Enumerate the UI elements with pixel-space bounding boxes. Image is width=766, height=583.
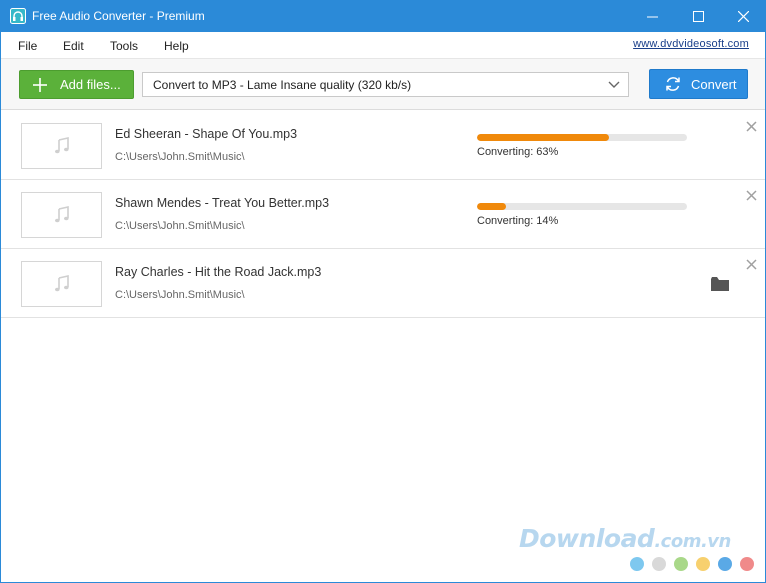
file-name: Ed Sheeran - Shape Of You.mp3 — [115, 127, 298, 141]
file-path: C:\Users\John.Smit\Music\ — [115, 289, 245, 301]
window-title: Free Audio Converter - Premium — [32, 9, 205, 23]
file-thumbnail — [21, 123, 102, 169]
plus-icon — [33, 77, 47, 92]
file-row[interactable]: Ed Sheeran - Shape Of You.mp3 C:\Users\J… — [1, 111, 765, 180]
website-link[interactable]: www.dvdvideosoft.com — [633, 38, 749, 50]
close-window-button[interactable] — [720, 1, 766, 32]
chevron-down-icon — [608, 81, 620, 88]
headphones-app-icon — [10, 8, 26, 24]
remove-file-icon[interactable] — [746, 190, 757, 201]
file-path: C:\Users\John.Smit\Music\ — [115, 220, 245, 232]
music-note-icon — [54, 137, 69, 154]
convert-label: Convert — [691, 76, 737, 92]
music-note-icon — [54, 275, 69, 292]
watermark-main: Download — [519, 524, 655, 553]
file-row[interactable]: Shawn Mendes - Treat You Better.mp3 C:\U… — [1, 180, 765, 249]
close-icon — [737, 11, 749, 22]
menu-help[interactable]: Help — [164, 39, 189, 53]
add-files-button[interactable]: Add files... — [19, 70, 134, 99]
watermark-dot — [652, 557, 666, 571]
minimize-button[interactable] — [629, 1, 675, 32]
convert-button[interactable]: Convert — [649, 69, 748, 99]
watermark-dot — [740, 557, 754, 571]
toolbar: Add files... Convert to MP3 - Lame Insan… — [1, 59, 765, 110]
maximize-icon — [692, 11, 704, 22]
music-note-icon — [54, 206, 69, 223]
file-row[interactable]: Ray Charles - Hit the Road Jack.mp3 C:\U… — [1, 249, 765, 318]
watermark-dot — [696, 557, 710, 571]
menu-edit[interactable]: Edit — [63, 39, 84, 53]
minimize-icon — [646, 16, 658, 18]
output-format-select[interactable]: Convert to MP3 - Lame Insane quality (32… — [142, 72, 629, 97]
output-format-value: Convert to MP3 - Lame Insane quality (32… — [153, 78, 412, 92]
watermark-logo: Download.com.vn — [519, 524, 731, 553]
title-bar: Free Audio Converter - Premium — [1, 1, 765, 32]
folder-icon[interactable] — [711, 277, 729, 291]
watermark-dot — [630, 557, 644, 571]
progress-status: Converting: 63% — [477, 146, 559, 158]
maximize-button[interactable] — [675, 1, 721, 32]
file-name: Shawn Mendes - Treat You Better.mp3 — [115, 196, 330, 210]
menu-bar: File Edit Tools Help www.dvdvideosoft.co… — [1, 32, 765, 59]
progress-status: Converting: 14% — [477, 215, 559, 227]
progress-bar — [477, 203, 687, 210]
watermark-dots — [630, 557, 760, 571]
watermark-dot — [674, 557, 688, 571]
file-thumbnail — [21, 192, 102, 238]
watermark-suffix: .com.vn — [654, 531, 731, 552]
progress-bar — [477, 134, 687, 141]
progress-fill — [477, 203, 507, 210]
add-files-label: Add files... — [60, 77, 121, 92]
watermark-dot — [718, 557, 732, 571]
remove-file-icon[interactable] — [746, 121, 757, 132]
menu-file[interactable]: File — [18, 39, 37, 53]
menu-tools[interactable]: Tools — [110, 39, 138, 53]
app-window: Free Audio Converter - Premium File Edit… — [0, 0, 766, 583]
remove-file-icon[interactable] — [746, 259, 757, 270]
file-thumbnail — [21, 261, 102, 307]
file-path: C:\Users\John.Smit\Music\ — [115, 151, 245, 163]
refresh-icon — [666, 77, 680, 91]
file-name: Ray Charles - Hit the Road Jack.mp3 — [115, 265, 322, 279]
progress-fill — [477, 134, 610, 141]
